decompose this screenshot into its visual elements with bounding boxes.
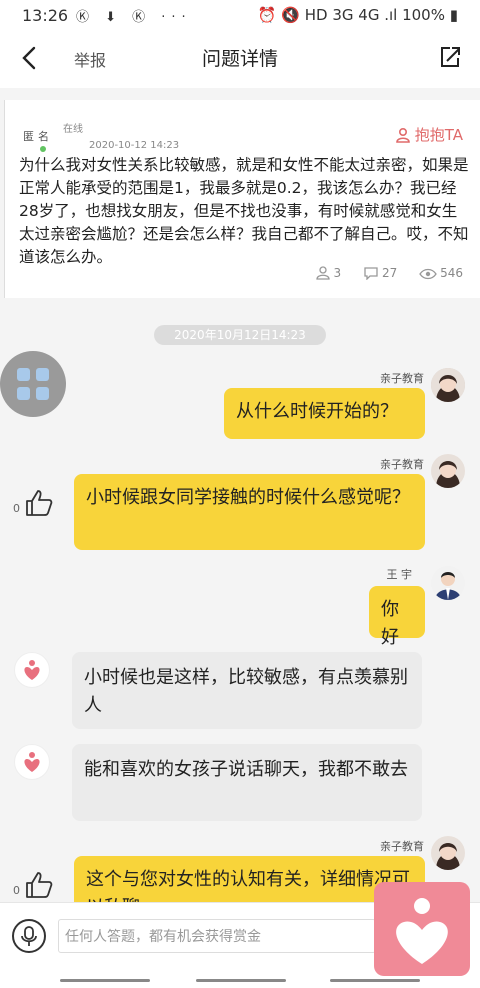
grid-icon-cell (36, 387, 49, 400)
status-time: 13:26 (22, 6, 69, 25)
message-sender: 亲子教育 (380, 458, 424, 471)
message-sender: 亲子教育 (380, 840, 424, 853)
microphone-button[interactable] (12, 919, 46, 953)
heart-icon (396, 898, 448, 964)
heart-icon (24, 752, 40, 772)
like-count: 0 (13, 884, 20, 897)
message-bubble: 小时候也是这样，比较敏感，有点羡慕别人 (72, 652, 422, 729)
comment-icon (364, 267, 378, 281)
online-dot-icon (40, 146, 46, 152)
anonymous-avatar[interactable] (14, 744, 50, 780)
share-icon[interactable] (438, 44, 462, 70)
message-bubble: 从什么时候开始的？ (224, 388, 425, 439)
status-bar: 13:26 Ⓚ ⬇ Ⓚ ··· ⏰ 🔇 HD 3G 4G .ıl 100% ▮ (0, 0, 480, 30)
question-date: 2020-10-12 14:23 (89, 140, 180, 151)
system-nav-bar (330, 979, 420, 982)
page-title: 问题详情 (201, 48, 278, 70)
hug-label: 抱抱TA (414, 126, 463, 144)
comment-count[interactable]: 27 (363, 266, 397, 281)
hug-button[interactable]: 抱抱TA (395, 124, 463, 145)
like-count: 0 (13, 502, 20, 515)
question-stats: 3 27 546 (297, 266, 463, 281)
message-clip: 这个与您对女性的认知有关，详细情况可以私聊 (74, 856, 425, 902)
hug-person-icon (315, 266, 330, 280)
message-bubble: 你好 (369, 586, 425, 648)
avatar[interactable] (431, 368, 465, 402)
heart-icon (24, 660, 40, 680)
eye-icon (419, 268, 437, 280)
answer-input[interactable]: 任何人答题，都有机会获得赏金 (58, 919, 376, 953)
avatar[interactable] (431, 836, 465, 870)
person-icon (395, 127, 410, 143)
status-notification-icons: Ⓚ ⬇ Ⓚ ··· (76, 10, 192, 25)
question-text: 为什么我对女性关系比较敏感，就是和女性不能太过亲密，如果是正常人能承受的范围是1… (19, 156, 469, 266)
grid-icon (17, 368, 30, 381)
message-bubble: 能和喜欢的女孩子说话聊天，我都不敢去 (72, 744, 422, 821)
question-card: 匿名 在线 2020-10-12 14:23 抱抱TA 为什么我对女性关系比较敏… (4, 100, 480, 298)
chat-date-separator: 2020年10月12日14:23 (154, 325, 326, 345)
hug-count[interactable]: 3 (315, 266, 341, 280)
status-system-icons: ⏰ 🔇 HD 3G 4G .ıl 100% ▮ (257, 6, 458, 24)
message-bubble: 小时候跟女同学接触的时候什么感觉呢？ (74, 474, 425, 550)
thumbs-up-icon[interactable] (24, 870, 54, 900)
avatar[interactable] (431, 454, 465, 488)
message-bubble: 这个与您对女性的认知有关，详细情况可以私聊 (74, 856, 425, 902)
top-nav-bar: 举报 问题详情 (0, 30, 480, 88)
anonymous-avatar[interactable] (14, 652, 50, 688)
grid-icon-cell (17, 387, 30, 400)
online-status: 在线 (63, 124, 83, 135)
floating-heart-button[interactable] (374, 882, 470, 976)
system-nav-bar (60, 979, 150, 982)
message-sender: 王 宇 (386, 568, 413, 581)
floating-menu-button[interactable] (0, 351, 66, 417)
grid-icon-cell (36, 368, 49, 381)
author-name: 匿名 (23, 130, 53, 143)
microphone-icon (21, 926, 37, 946)
view-count: 546 (419, 266, 463, 280)
system-nav-bar (196, 979, 286, 982)
message-sender: 亲子教育 (380, 372, 424, 385)
thumbs-up-icon[interactable] (24, 488, 54, 518)
avatar[interactable] (431, 566, 465, 600)
